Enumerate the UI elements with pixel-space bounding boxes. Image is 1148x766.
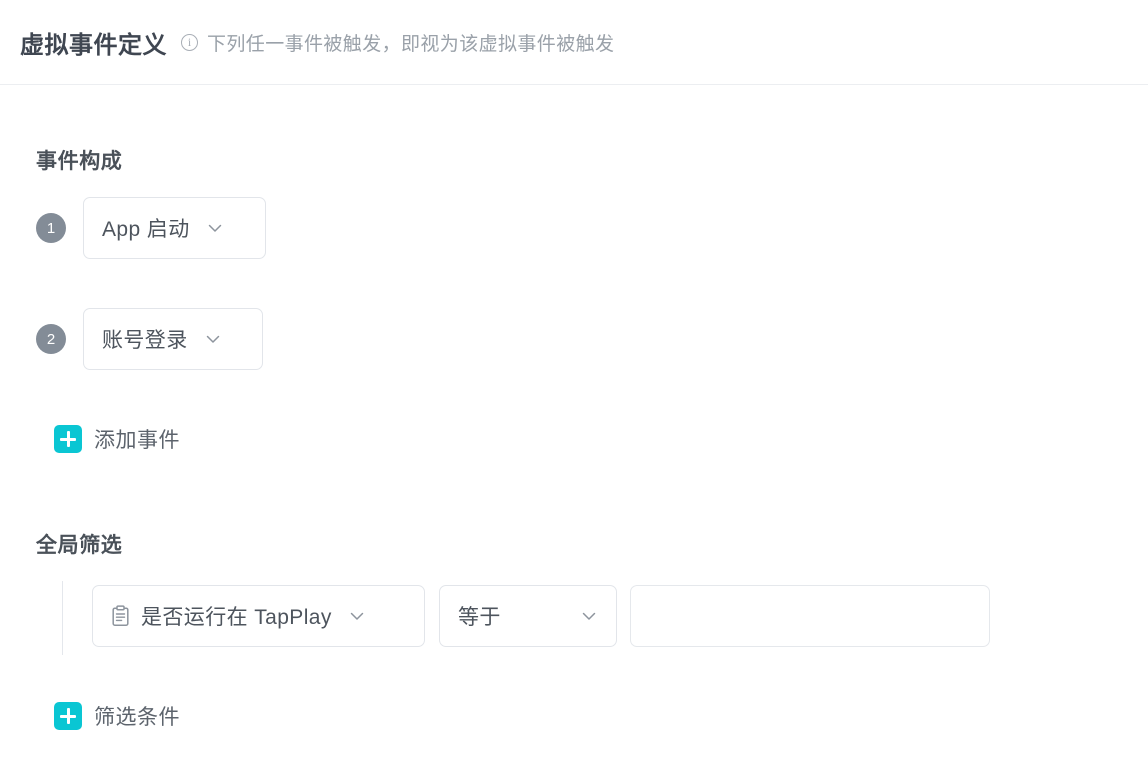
filter-property-select[interactable]: 是否运行在 TapPlay <box>92 585 425 647</box>
filter-row-list: 是否运行在 TapPlay 等于 <box>36 581 1148 655</box>
chevron-down-icon <box>580 607 598 625</box>
filter-operator-label: 等于 <box>458 606 501 629</box>
event-select-2[interactable]: 账号登录 <box>83 308 263 370</box>
event-row-list: 1 App 启动 2 账号登录 <box>36 197 1148 370</box>
page-title: 虚拟事件定义 <box>20 31 167 59</box>
global-filter-section: 全局筛选 是否运行在 TapPlay 等于 筛选条件 <box>0 454 1148 731</box>
filter-connector-line <box>62 581 63 655</box>
add-filter-label: 筛选条件 <box>94 706 180 729</box>
chevron-down-icon <box>348 607 366 625</box>
filter-row: 是否运行在 TapPlay 等于 <box>62 581 1148 647</box>
event-row: 1 App 启动 <box>36 197 1148 259</box>
filter-operator-select[interactable]: 等于 <box>439 585 617 647</box>
filter-value-input[interactable] <box>630 585 990 647</box>
page-header: 虚拟事件定义 i 下列任一事件被触发，即视为该虚拟事件被触发 <box>0 0 1148 85</box>
add-filter-button[interactable]: 筛选条件 <box>54 701 180 731</box>
page-hint: i 下列任一事件被触发，即视为该虚拟事件被触发 <box>181 29 614 56</box>
add-event-button[interactable]: 添加事件 <box>54 424 180 454</box>
filter-property-label: 是否运行在 TapPlay <box>141 606 332 629</box>
add-event-label: 添加事件 <box>94 429 180 452</box>
plus-square-icon <box>54 702 82 730</box>
step-badge: 1 <box>36 213 66 243</box>
page-hint-text: 下列任一事件被触发，即视为该虚拟事件被触发 <box>207 33 615 55</box>
event-row: 2 账号登录 <box>36 308 1148 370</box>
virtual-event-definition-page: 虚拟事件定义 i 下列任一事件被触发，即视为该虚拟事件被触发 事件构成 1 Ap… <box>0 0 1148 766</box>
chevron-down-icon <box>204 330 222 348</box>
clipboard-icon <box>111 605 130 627</box>
step-badge: 2 <box>36 324 66 354</box>
plus-square-icon <box>54 425 82 453</box>
info-circle-icon: i <box>181 33 198 51</box>
event-composition-section: 事件构成 1 App 启动 2 账号登录 添加事件 <box>0 85 1148 454</box>
page-body: 事件构成 1 App 启动 2 账号登录 添加事件 全局筛选 是否运行在 Tap… <box>0 85 1148 731</box>
chevron-down-icon <box>206 219 224 237</box>
event-composition-title: 事件构成 <box>36 150 123 173</box>
event-select-1[interactable]: App 启动 <box>83 197 266 259</box>
global-filter-title: 全局筛选 <box>36 534 123 557</box>
event-select-2-label: 账号登录 <box>102 329 188 352</box>
event-select-1-label: App 启动 <box>102 218 190 241</box>
